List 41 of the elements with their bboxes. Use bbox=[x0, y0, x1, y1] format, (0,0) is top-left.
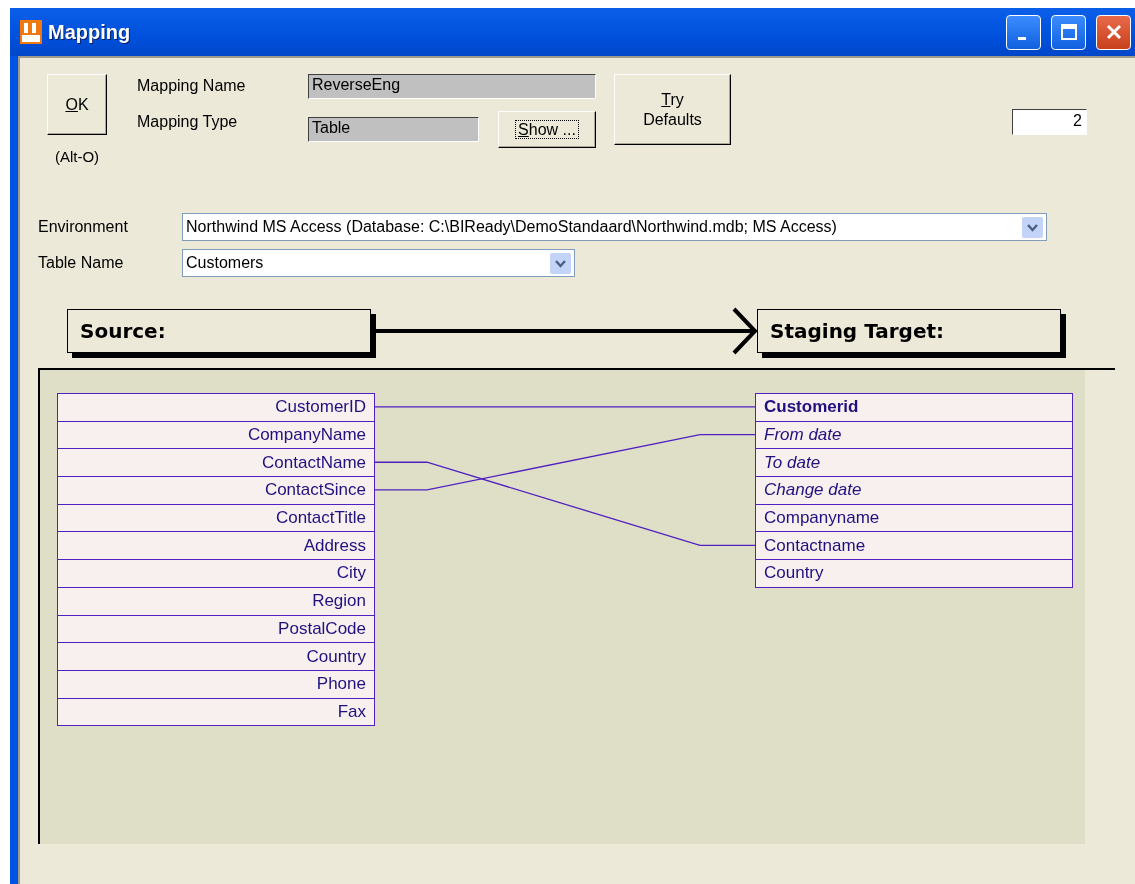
source-field[interactable]: CustomerID bbox=[58, 394, 374, 422]
close-icon bbox=[1104, 23, 1123, 41]
table-name-dropdown[interactable]: Customers bbox=[182, 249, 575, 277]
field-label: Environment bbox=[38, 218, 129, 236]
target-field[interactable]: Change date bbox=[756, 477, 1072, 505]
minimize-icon bbox=[1017, 36, 1026, 40]
source-field[interactable]: Region bbox=[58, 587, 374, 616]
target-field[interactable]: Companyname bbox=[756, 504, 1072, 533]
field-label: Table Name bbox=[38, 254, 125, 272]
source-field[interactable]: City bbox=[58, 560, 374, 588]
source-field[interactable]: Country bbox=[58, 643, 374, 671]
source-field[interactable]: Fax bbox=[58, 698, 374, 727]
minimize-button[interactable] bbox=[1006, 14, 1041, 50]
source-field[interactable]: Address bbox=[58, 532, 374, 561]
source-field[interactable]: ContactTitle bbox=[58, 504, 374, 533]
shortcut-hint: (Alt-O) bbox=[54, 148, 100, 165]
target-field[interactable]: From date bbox=[756, 421, 1072, 450]
arrow-icon bbox=[371, 306, 757, 356]
field-label: Mapping Type bbox=[137, 113, 239, 131]
close-button[interactable] bbox=[1096, 14, 1131, 50]
window-title: Mapping bbox=[48, 20, 132, 44]
mapping-type-field[interactable]: Table bbox=[308, 117, 479, 142]
maximize-icon bbox=[1059, 23, 1078, 41]
mapping-name-field[interactable]: ReverseEng bbox=[308, 74, 596, 99]
ok-button[interactable]: OK bbox=[47, 74, 107, 135]
maximize-button[interactable] bbox=[1051, 14, 1086, 50]
source-field[interactable]: ContactSince bbox=[58, 477, 374, 505]
environment-dropdown[interactable]: Northwind MS Access (Database: C:\BIReady\DemoStandaard\Northwind.mdb; MS Access) bbox=[182, 213, 1047, 241]
source-field[interactable]: ContactName bbox=[58, 449, 374, 478]
app-logo-icon bbox=[20, 20, 42, 44]
target-field[interactable]: Customerid bbox=[756, 394, 1072, 422]
target-field[interactable]: To date bbox=[756, 449, 1072, 478]
source-field[interactable]: PostalCode bbox=[58, 615, 374, 644]
source-field[interactable]: CompanyName bbox=[58, 421, 374, 450]
field-label: Mapping Name bbox=[137, 77, 247, 95]
target-field[interactable]: Contactname bbox=[756, 532, 1072, 561]
show-button[interactable]: Show ... bbox=[498, 111, 596, 148]
number-field[interactable]: 2 bbox=[1012, 109, 1087, 135]
target-field[interactable]: Country bbox=[756, 560, 1072, 588]
try-defaults-button[interactable]: Try Defaults bbox=[614, 74, 731, 145]
source-field[interactable]: Phone bbox=[58, 670, 374, 699]
